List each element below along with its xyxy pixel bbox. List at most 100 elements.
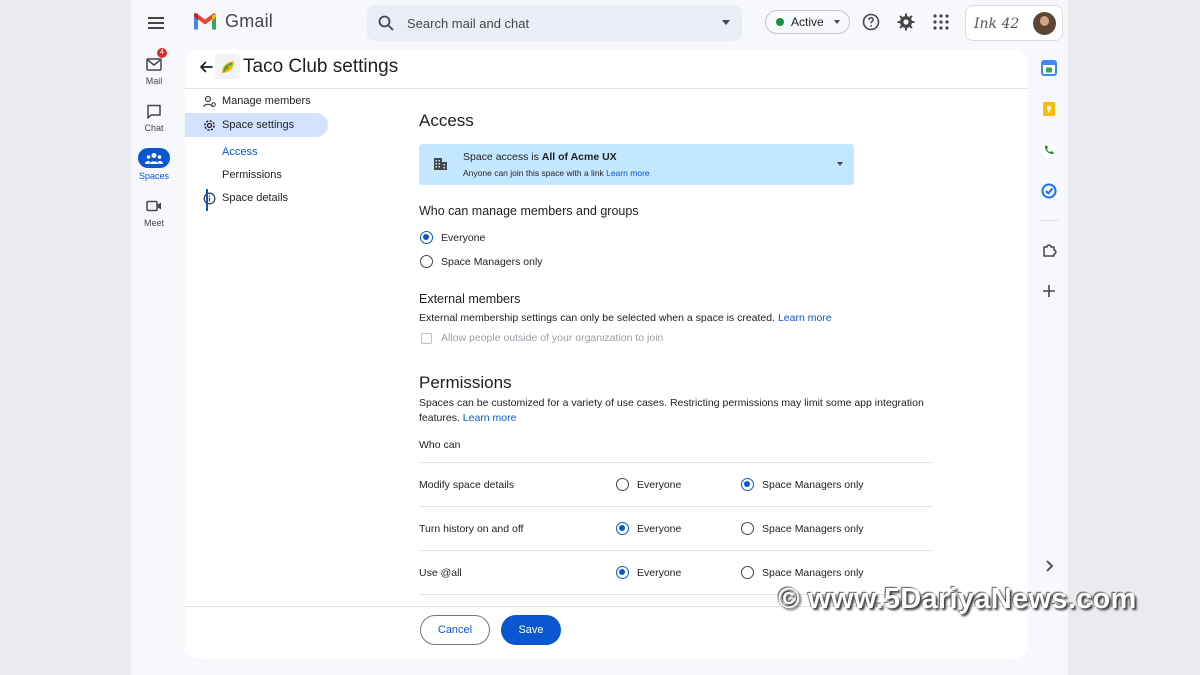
tasks-icon[interactable] xyxy=(1041,183,1057,199)
permission-row-label: Modify space details xyxy=(419,479,515,491)
account-switcher[interactable]: Ink 42 xyxy=(965,5,1063,41)
manage-everyone-radio[interactable] xyxy=(420,231,433,244)
add-ons-puzzle-icon[interactable] xyxy=(1041,242,1057,258)
keep-notes-icon[interactable] xyxy=(1041,101,1057,117)
space-emoji[interactable] xyxy=(215,54,240,79)
space-access-note: Anyone can join this space with a link L… xyxy=(463,168,650,178)
building-icon xyxy=(434,158,447,170)
permissions-heading: Permissions xyxy=(419,373,512,392)
row-divider xyxy=(419,462,933,463)
managers-option-label: Space Managers only xyxy=(762,479,864,491)
side-panel xyxy=(1030,50,1068,675)
use-all-managers-radio[interactable] xyxy=(741,566,754,579)
space-access-note-text: Anyone can join this space with a link xyxy=(463,168,607,178)
external-description-text: External membership settings can only be… xyxy=(419,312,778,324)
history-managers-radio[interactable] xyxy=(741,522,754,535)
rail-item-mail[interactable]: 4 Mail xyxy=(131,48,177,86)
space-access-dropdown[interactable]: Space access is All of Acme UX Anyone ca… xyxy=(419,144,854,185)
modify-details-everyone-radio[interactable] xyxy=(616,478,629,491)
learn-more-link[interactable]: Learn more xyxy=(463,412,517,424)
page-title: Taco Club settings xyxy=(243,56,399,77)
permissions-description: Spaces can be customized for a variety o… xyxy=(419,396,933,426)
manage-managers-label: Space Managers only xyxy=(441,256,543,268)
search-bar[interactable]: Search mail and chat xyxy=(367,5,742,41)
gmail-m-icon xyxy=(194,13,216,30)
chevron-down-icon[interactable] xyxy=(837,162,843,166)
apps-grid-icon[interactable] xyxy=(931,12,951,32)
save-button[interactable]: Save xyxy=(501,615,561,645)
rail-label-mail: Mail xyxy=(145,76,163,86)
brand-logo-text: Ink 42 xyxy=(974,16,1020,32)
back-arrow-icon[interactable] xyxy=(197,58,215,76)
rail-item-spaces[interactable]: Spaces xyxy=(131,148,177,181)
gmail-app-window: Gmail Search mail and chat Active Ink 42… xyxy=(131,0,1068,675)
main-menu-icon[interactable] xyxy=(145,12,167,34)
status-dot-icon xyxy=(776,18,784,26)
managers-option-label: Space Managers only xyxy=(762,567,864,579)
modify-details-managers-radio[interactable] xyxy=(741,478,754,491)
everyone-option-label: Everyone xyxy=(637,479,682,491)
phone-icon[interactable] xyxy=(1041,142,1057,158)
manage-managers-radio[interactable] xyxy=(420,255,433,268)
rail-item-meet[interactable]: Meet xyxy=(131,197,177,228)
chevron-down-icon xyxy=(833,20,840,24)
nav-space-details[interactable]: Space details xyxy=(185,186,328,210)
rail-label-spaces: Spaces xyxy=(138,171,170,181)
settings-content: Access Space access is All of Acme UX An… xyxy=(419,49,979,659)
allow-external-checkbox[interactable] xyxy=(421,333,432,344)
access-heading: Access xyxy=(419,111,474,130)
calendar-icon[interactable] xyxy=(1041,60,1057,76)
history-everyone-radio[interactable] xyxy=(616,522,629,535)
manage-members-icon xyxy=(203,95,216,108)
use-all-everyone-radio[interactable] xyxy=(616,566,629,579)
learn-more-link[interactable]: Learn more xyxy=(778,312,832,324)
settings-gear-icon[interactable] xyxy=(896,12,916,32)
space-access-value: All of Acme UX xyxy=(541,151,617,163)
side-panel-divider xyxy=(1039,220,1059,221)
nav-sub-permissions[interactable]: Permissions xyxy=(222,169,282,181)
help-icon[interactable] xyxy=(861,12,881,32)
background-left xyxy=(0,0,131,675)
learn-more-link[interactable]: Learn more xyxy=(606,168,649,178)
row-divider xyxy=(419,550,933,551)
avatar[interactable] xyxy=(1033,12,1056,35)
status-selector[interactable]: Active xyxy=(765,10,850,34)
manage-everyone-label: Everyone xyxy=(441,232,486,244)
spaces-people-icon xyxy=(145,153,163,164)
info-icon xyxy=(203,192,216,205)
rail-label-chat: Chat xyxy=(144,123,164,133)
status-label: Active xyxy=(791,15,824,29)
unread-badge: 4 xyxy=(157,48,167,58)
nav-label: Space details xyxy=(222,192,289,204)
nav-label: Space settings xyxy=(222,119,295,131)
nav-label: Manage members xyxy=(222,95,311,107)
app-name: Gmail xyxy=(225,11,274,31)
search-options-icon[interactable] xyxy=(722,20,730,25)
watermark-text: © www.5DariyaNews.com xyxy=(778,583,1137,615)
row-divider xyxy=(419,506,933,507)
permission-row-label: Use @all xyxy=(419,567,462,579)
space-access-prefix: Space access is xyxy=(463,151,542,163)
gmail-logo[interactable]: Gmail xyxy=(193,11,273,32)
gear-icon xyxy=(204,120,215,131)
plus-icon[interactable] xyxy=(1041,283,1057,299)
chevron-right-icon[interactable] xyxy=(1041,558,1057,574)
space-access-summary: Space access is All of Acme UX xyxy=(463,151,617,163)
nav-manage-members[interactable]: Manage members xyxy=(185,89,328,113)
nav-space-settings[interactable]: Space settings xyxy=(185,113,328,137)
cancel-button[interactable]: Cancel xyxy=(420,615,490,645)
everyone-option-label: Everyone xyxy=(637,523,682,535)
who-can-label: Who can xyxy=(419,439,461,451)
everyone-option-label: Everyone xyxy=(637,567,682,579)
search-icon[interactable] xyxy=(377,14,395,32)
external-members-heading: External members xyxy=(419,292,521,306)
search-input[interactable]: Search mail and chat xyxy=(407,16,529,31)
video-camera-icon xyxy=(146,200,161,212)
external-members-description: External membership settings can only be… xyxy=(419,311,832,326)
permission-row-label: Turn history on and off xyxy=(419,523,524,535)
rail-item-chat[interactable]: Chat xyxy=(131,102,177,133)
nav-sub-access[interactable]: Access xyxy=(222,146,257,158)
space-settings-card: Taco Club settings Manage members Space … xyxy=(185,49,1028,659)
taco-icon xyxy=(221,61,234,73)
background-right xyxy=(1068,0,1200,675)
